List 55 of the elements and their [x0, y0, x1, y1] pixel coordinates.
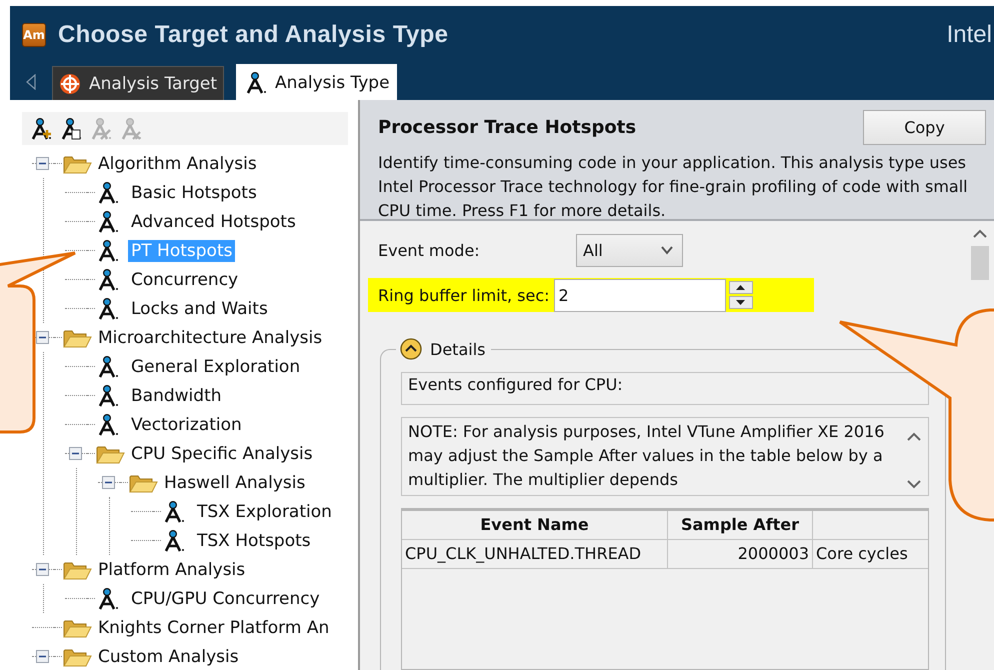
tree-item[interactable]: Knights Corner Platform An	[95, 616, 332, 638]
chevron-down-icon	[660, 245, 674, 255]
event-mode-dropdown[interactable]: All	[576, 234, 683, 266]
scroll-up-icon[interactable]	[907, 432, 921, 441]
brand-name: Intel	[946, 21, 992, 49]
tree-item[interactable]: Algorithm Analysis	[95, 152, 260, 174]
column-header[interactable]: Sample After	[668, 511, 813, 540]
crosshair-icon	[59, 72, 81, 94]
note-text: NOTE: For analysis purposes, Intel VTune Amplifier XE 2016 may adjust the Sample After values in the table below by a multiplier. The multiplier depends	[407, 421, 886, 491]
tree-item[interactable]: Locks and Waits	[128, 298, 271, 320]
collapse-icon[interactable]	[400, 338, 422, 360]
tree-item[interactable]: Microarchitecture Analysis	[95, 326, 326, 348]
app-logo: Am	[22, 23, 46, 47]
tree-item[interactable]: TSX Exploration	[194, 500, 335, 522]
tree-item[interactable]: Concurrency	[128, 268, 242, 290]
tree-item[interactable]: CPU/GPU Concurrency	[128, 588, 323, 610]
column-header[interactable]: Event Name	[402, 511, 668, 540]
caret-down-icon	[736, 300, 746, 305]
tree-item[interactable]: General Exploration	[128, 356, 304, 378]
ring-buffer-field[interactable]: 2	[554, 278, 726, 312]
tree-item[interactable]: TSX Hotspots	[194, 530, 314, 552]
scroll-up-icon[interactable]	[973, 229, 987, 238]
caret-up-icon	[736, 285, 746, 290]
events-heading: Events configured for CPU:	[408, 375, 623, 394]
tree-item[interactable]: Vectorization	[128, 414, 245, 436]
analysis-title: Processor Trace Hotspots	[378, 117, 636, 138]
details-label: Details	[430, 340, 486, 358]
table-cell: 2000003	[668, 540, 813, 569]
collapse-icon[interactable]	[36, 563, 49, 576]
back-arrow-icon	[26, 74, 36, 90]
tree-item[interactable]: Platform Analysis	[95, 558, 248, 580]
tree-item[interactable]: Haswell Analysis	[161, 472, 308, 494]
window-title: Choose Target and Analysis Type	[58, 21, 450, 49]
scrollbar-thumb[interactable]	[971, 246, 989, 280]
tree-item[interactable]: Advanced Hotspots	[128, 210, 299, 232]
spin-up-button[interactable]	[728, 281, 753, 294]
table-cell: Core cycles	[813, 540, 928, 569]
tab[interactable]: Analysis Target	[52, 66, 224, 100]
table-cell: CPU_CLK_UNHALTED.THREAD	[402, 540, 668, 569]
copy-button[interactable]: Copy	[863, 110, 986, 145]
collapse-icon[interactable]	[102, 476, 115, 489]
tree-item[interactable]: Custom Analysis	[95, 646, 242, 668]
scroll-down-icon[interactable]	[907, 480, 921, 489]
setting-label: Event mode:	[378, 240, 481, 260]
collapse-icon[interactable]	[36, 157, 49, 170]
collapse-icon[interactable]	[69, 447, 82, 460]
tree-item[interactable]: CPU Specific Analysis	[128, 442, 316, 464]
tab[interactable]: Analysis Type	[236, 64, 397, 100]
tree-item[interactable]: Bandwidth	[128, 384, 225, 406]
tree-item[interactable]: Basic Hotspots	[128, 182, 260, 204]
setting-label: Ring buffer limit, sec:	[378, 286, 550, 304]
analysis-description: Identify time-consuming code in your application. This analysis type uses Intel Processor Trace technology for fine-grain profiling of code with small CPU time. Press F1 for more details.	[378, 152, 969, 222]
spin-down-button[interactable]	[728, 296, 753, 309]
collapse-icon[interactable]	[36, 650, 49, 663]
collapse-icon[interactable]	[36, 331, 49, 344]
